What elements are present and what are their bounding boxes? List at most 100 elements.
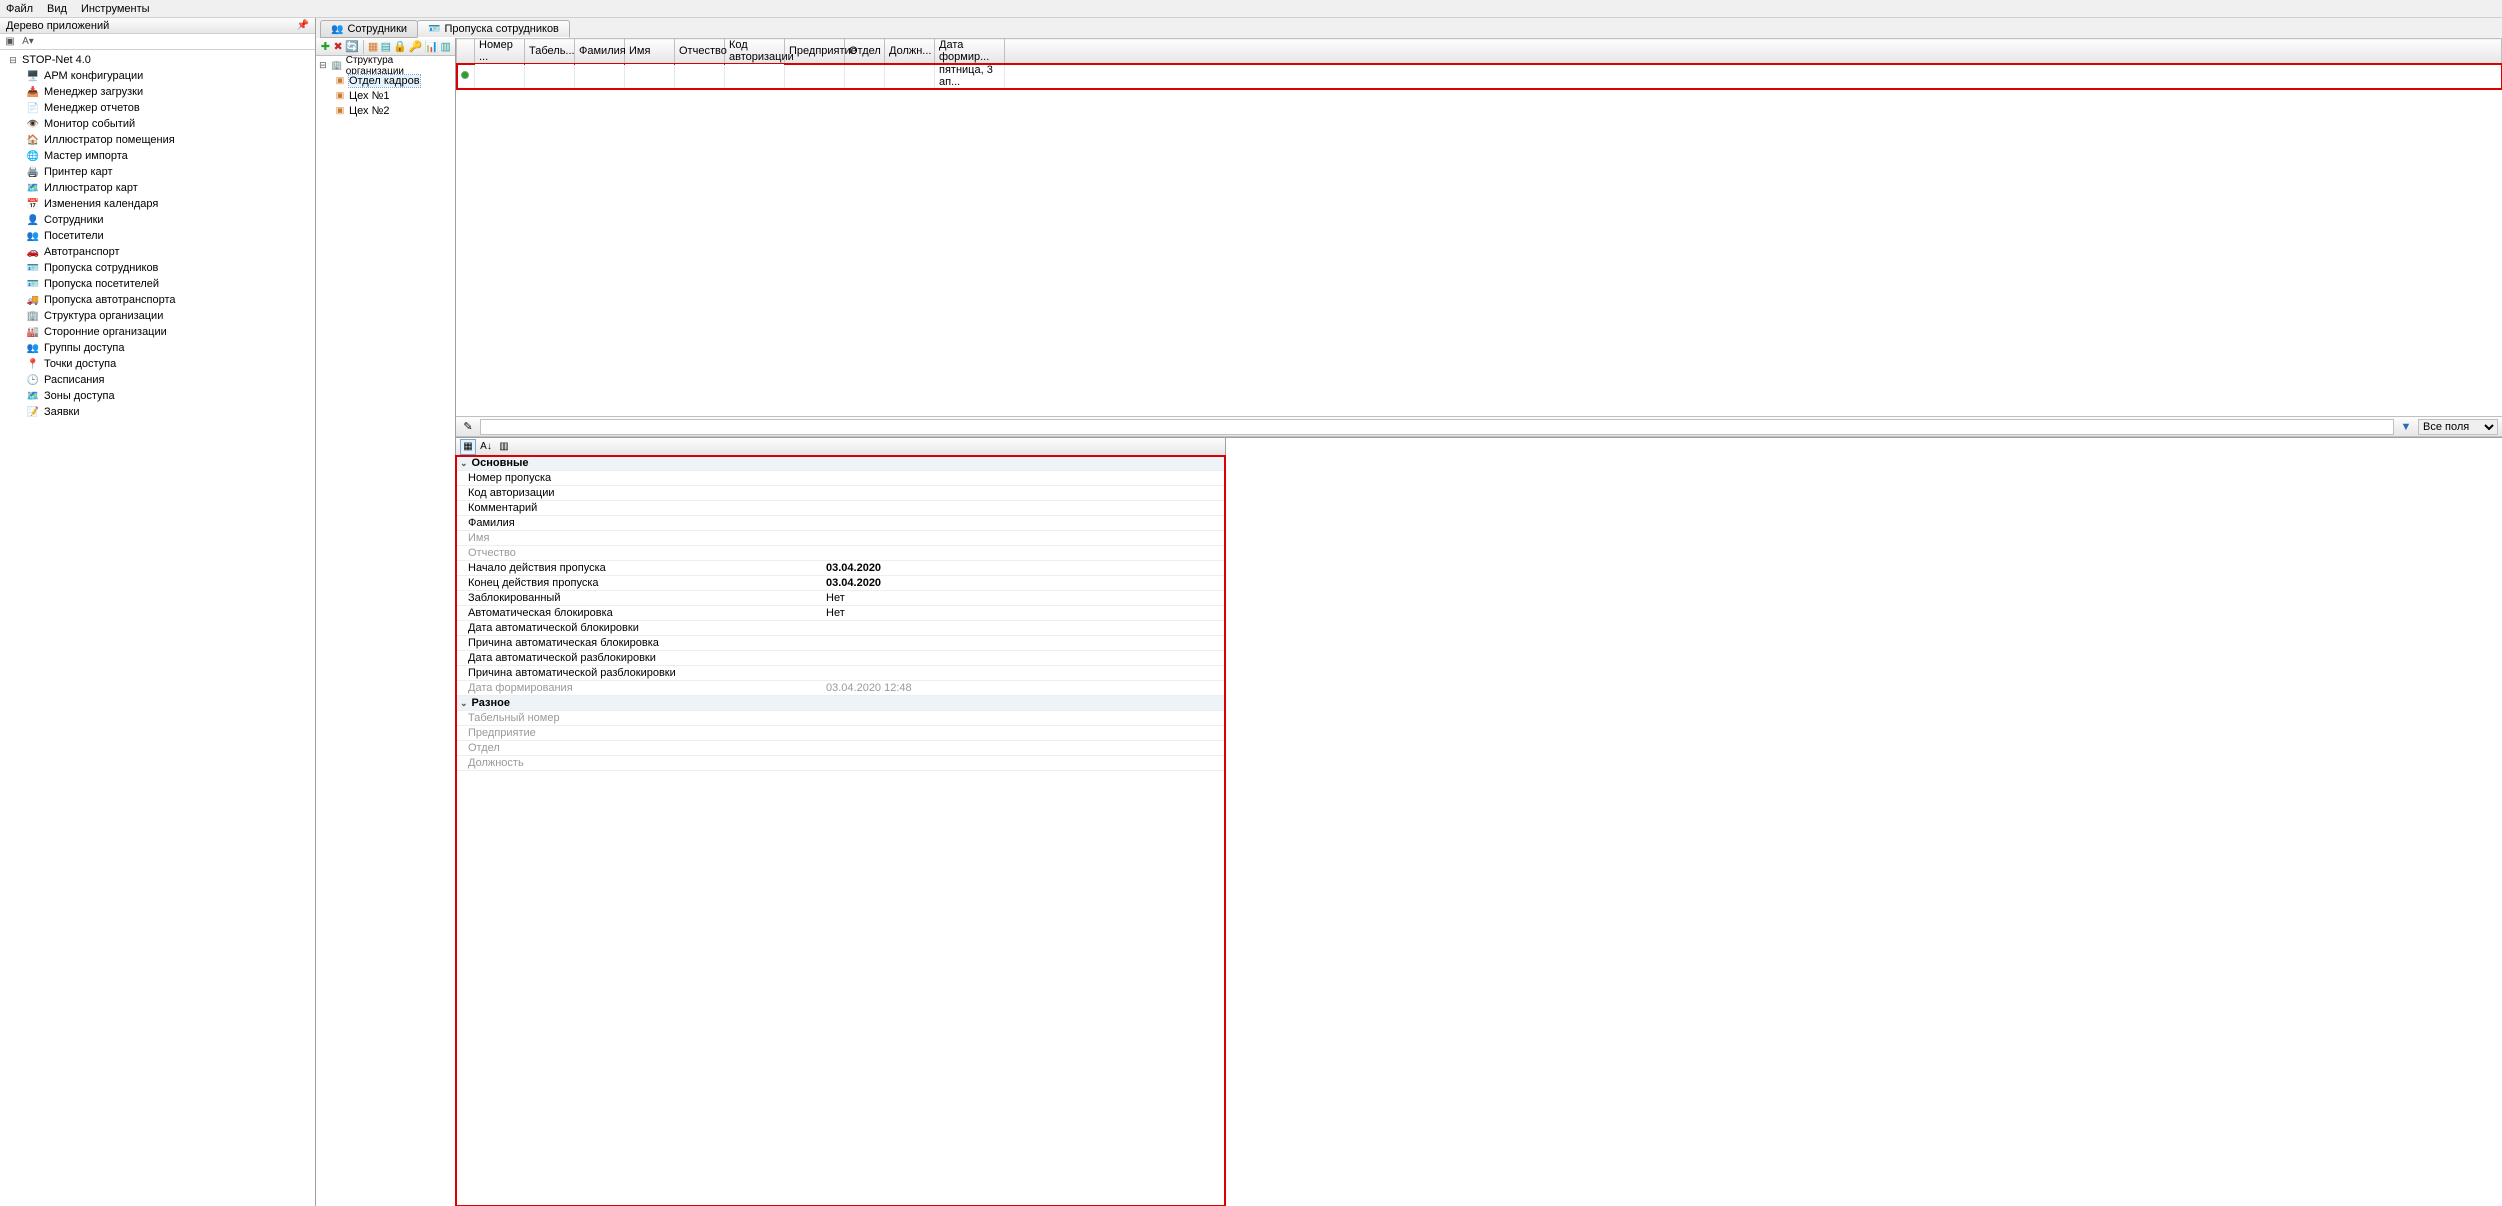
collapse-icon[interactable]: ⊟ <box>8 55 18 66</box>
prop-pass-number[interactable]: Номер пропуска <box>456 471 1225 486</box>
app-tree-item[interactable]: 👤Сотрудники <box>18 212 315 228</box>
prop-auth-code[interactable]: Код авторизации <box>456 486 1225 501</box>
grid-row[interactable]: пятница, 3 ап... <box>457 64 2502 89</box>
key-button[interactable]: 🔑 <box>409 39 423 55</box>
font-size-icon[interactable]: A▾ <box>22 36 34 48</box>
app-tree[interactable]: ⊟ STOP-Net 4.0 🖥️АРМ конфигурации📥Менедж… <box>0 50 315 1206</box>
prop-tab-num[interactable]: Табельный номер <box>456 711 1225 726</box>
column-header[interactable]: Фамилия <box>575 39 625 64</box>
org-shop1[interactable]: ▣ Цех №1 <box>334 88 453 103</box>
prop-autounblock-date[interactable]: Дата автоматической разблокировки <box>456 651 1225 666</box>
pin-icon[interactable]: 📌 <box>297 20 309 31</box>
caret-down-icon: ⌄ <box>460 698 468 709</box>
calendar-button[interactable]: ▦ <box>368 39 379 55</box>
app-tree-item[interactable]: 👥Группы доступа <box>18 340 315 356</box>
prop-position[interactable]: Должность <box>456 756 1225 771</box>
app-tree-item[interactable]: 👥Посетители <box>18 228 315 244</box>
prop-start-date[interactable]: Начало действия пропуска03.04.2020 <box>456 561 1225 576</box>
alphabetical-button[interactable]: A↓ <box>478 439 494 455</box>
column-header[interactable]: Табель... <box>525 39 575 64</box>
expand-icon[interactable]: ▣ <box>4 36 16 48</box>
collapse-icon[interactable]: ⊟ <box>318 60 328 71</box>
prop-blocked[interactable]: ЗаблокированныйНет <box>456 591 1225 606</box>
app-tree-item[interactable]: 🖨️Принтер карт <box>18 164 315 180</box>
tree-root[interactable]: ⊟ STOP-Net 4.0 <box>0 52 315 68</box>
prop-end-date[interactable]: Конец действия пропуска03.04.2020 <box>456 576 1225 591</box>
field-select[interactable]: Все поля <box>2418 419 2498 435</box>
app-tree-item[interactable]: 📥Менеджер загрузки <box>18 84 315 100</box>
column-header[interactable]: Код авторизации <box>725 39 785 64</box>
app-tree-item[interactable]: 👁️Монитор событий <box>18 116 315 132</box>
prop-comment[interactable]: Комментарий <box>456 501 1225 516</box>
app-tree-item[interactable]: 📅Изменения календаря <box>18 196 315 212</box>
app-tree-item[interactable]: 🚚Пропуска автотранспорта <box>18 292 315 308</box>
prop-name[interactable]: Имя <box>456 531 1225 546</box>
app-tree-item[interactable]: 🗺️Зоны доступа <box>18 388 315 404</box>
categorized-button[interactable]: ▦ <box>460 439 476 455</box>
app-tree-label: Структура организации <box>44 310 163 322</box>
prop-cat-label: Основные <box>472 457 529 469</box>
app-tree-item[interactable]: 📝Заявки <box>18 404 315 420</box>
org-shop2-label: Цех №2 <box>349 105 390 117</box>
app-tree-label: Пропуска автотранспорта <box>44 294 176 306</box>
filter-icon[interactable]: ▼ <box>2398 419 2414 435</box>
app-tree-item[interactable]: 🪪Пропуска посетителей <box>18 276 315 292</box>
tab-passes[interactable]: 🪪 Пропуска сотрудников <box>417 20 570 38</box>
folder-icon: ▣ <box>334 75 346 87</box>
refresh-button[interactable]: 🔄 <box>345 39 359 55</box>
lock-button[interactable]: 🔒 <box>393 39 407 55</box>
edit-icon[interactable]: ✎ <box>460 419 476 435</box>
app-tree-item[interactable]: 🕒Расписания <box>18 372 315 388</box>
schedule-button[interactable]: ▤ <box>380 39 391 55</box>
menu-tools[interactable]: Инструменты <box>81 3 150 15</box>
app-tree-label: Монитор событий <box>44 118 135 130</box>
app-tree-item[interactable]: 📍Точки доступа <box>18 356 315 372</box>
prop-dept[interactable]: Отдел <box>456 741 1225 756</box>
search-input[interactable] <box>480 419 2394 435</box>
org-shop2[interactable]: ▣ Цех №2 <box>334 103 453 118</box>
prop-enterprise[interactable]: Предприятие <box>456 726 1225 741</box>
prop-category-misc[interactable]: ⌄Разное <box>456 696 1225 711</box>
app-tree-item[interactable]: 🚗Автотранспорт <box>18 244 315 260</box>
app-tree-item[interactable]: 📄Менеджер отчетов <box>18 100 315 116</box>
app-tree-item[interactable]: 🖥️АРМ конфигурации <box>18 68 315 84</box>
prop-autoblock-reason[interactable]: Причина автоматическая блокировка <box>456 636 1225 651</box>
column-header[interactable] <box>457 39 475 64</box>
report-button[interactable]: 📊 <box>425 39 439 55</box>
prop-autounblock-reason[interactable]: Причина автоматической разблокировки <box>456 666 1225 681</box>
column-header[interactable]: Отчество <box>675 39 725 64</box>
app-tree-item[interactable]: 🏢Структура организации <box>18 308 315 324</box>
property-grid[interactable]: ⌄Основные Номер пропуска Код авторизации… <box>456 456 1225 1206</box>
app-tree-item[interactable]: 🗺️Иллюстратор карт <box>18 180 315 196</box>
app-tree-label: Менеджер отчетов <box>44 102 140 114</box>
prop-surname[interactable]: Фамилия <box>456 516 1225 531</box>
data-grid[interactable]: Номер ...Табель...ФамилияИмяОтчествоКод … <box>456 38 2502 417</box>
add-button[interactable]: ✚ <box>320 39 331 55</box>
org-tree[interactable]: ⊟ 🏢 Структура организации ▣ Отдел кадров… <box>316 56 455 1206</box>
app-tree-item[interactable]: 🏭Сторонние организации <box>18 324 315 340</box>
column-header[interactable]: Должн... <box>885 39 935 64</box>
org-root[interactable]: ⊟ 🏢 Структура организации <box>318 58 453 73</box>
app-tree-label: Заявки <box>44 406 80 418</box>
app-tree-item[interactable]: 🌐Мастер импорта <box>18 148 315 164</box>
column-header[interactable]: Имя <box>625 39 675 64</box>
app-icon: 🏭 <box>26 325 40 339</box>
column-header[interactable]: Номер ... <box>475 39 525 64</box>
prop-patronymic[interactable]: Отчество <box>456 546 1225 561</box>
app-icon: 📅 <box>26 197 40 211</box>
app-tree-label: Менеджер загрузки <box>44 86 143 98</box>
column-header[interactable]: Отдел <box>845 39 885 64</box>
prop-autoblock-date[interactable]: Дата автоматической блокировки <box>456 621 1225 636</box>
export-button[interactable]: ▥ <box>440 39 451 55</box>
prop-form-date[interactable]: Дата формирования03.04.2020 12:48 <box>456 681 1225 696</box>
pages-button[interactable]: ▥ <box>496 439 512 455</box>
tab-employees[interactable]: 👥 Сотрудники <box>320 20 418 38</box>
prop-category-main[interactable]: ⌄Основные <box>456 456 1225 471</box>
menu-file[interactable]: Файл <box>6 3 33 15</box>
prop-autoblock[interactable]: Автоматическая блокировкаНет <box>456 606 1225 621</box>
delete-button[interactable]: ✖ <box>333 39 344 55</box>
app-tree-item[interactable]: 🏠Иллюстратор помещения <box>18 132 315 148</box>
menu-view[interactable]: Вид <box>47 3 67 15</box>
app-tree-item[interactable]: 🪪Пропуска сотрудников <box>18 260 315 276</box>
column-header[interactable]: Дата формир... <box>935 39 1005 64</box>
